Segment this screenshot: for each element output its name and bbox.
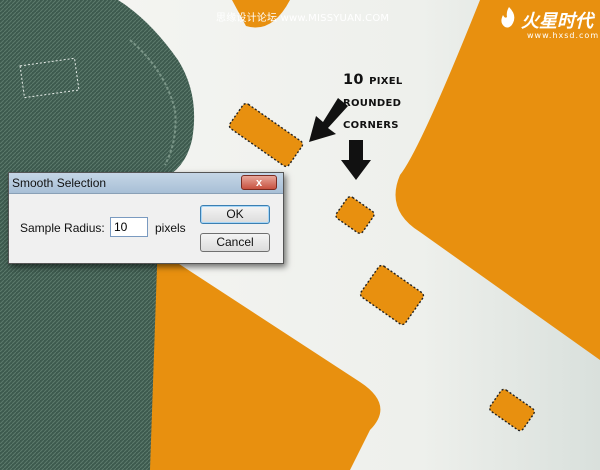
- sample-radius-label: Sample Radius:: [20, 221, 105, 235]
- annotation-line: rounded: [343, 94, 402, 110]
- watermark-text: 思缘设计论坛 www.MISSYUAN.COM: [216, 13, 390, 24]
- brand-logo: 火星时代 www.hxsd.com: [497, 5, 600, 41]
- cancel-button[interactable]: Cancel: [200, 233, 270, 252]
- unit-label: pixels: [155, 221, 186, 235]
- dialog-titlebar[interactable]: Smooth Selection x: [9, 173, 283, 194]
- annotation-line: corners: [343, 116, 399, 132]
- dialog-title: Smooth Selection: [12, 176, 107, 190]
- close-button[interactable]: x: [241, 175, 277, 190]
- ok-button[interactable]: OK: [200, 205, 270, 224]
- smooth-selection-dialog: Smooth Selection x Sample Radius: pixels…: [8, 172, 284, 264]
- sample-radius-input[interactable]: [110, 217, 148, 237]
- flame-icon: [501, 7, 515, 28]
- logo-title: 火星时代: [521, 11, 593, 32]
- logo-url: www.hxsd.com: [527, 31, 600, 40]
- annotation-text: 10 pixel rounded corners: [343, 69, 453, 135]
- annotation-line: 10 pixel: [343, 72, 403, 88]
